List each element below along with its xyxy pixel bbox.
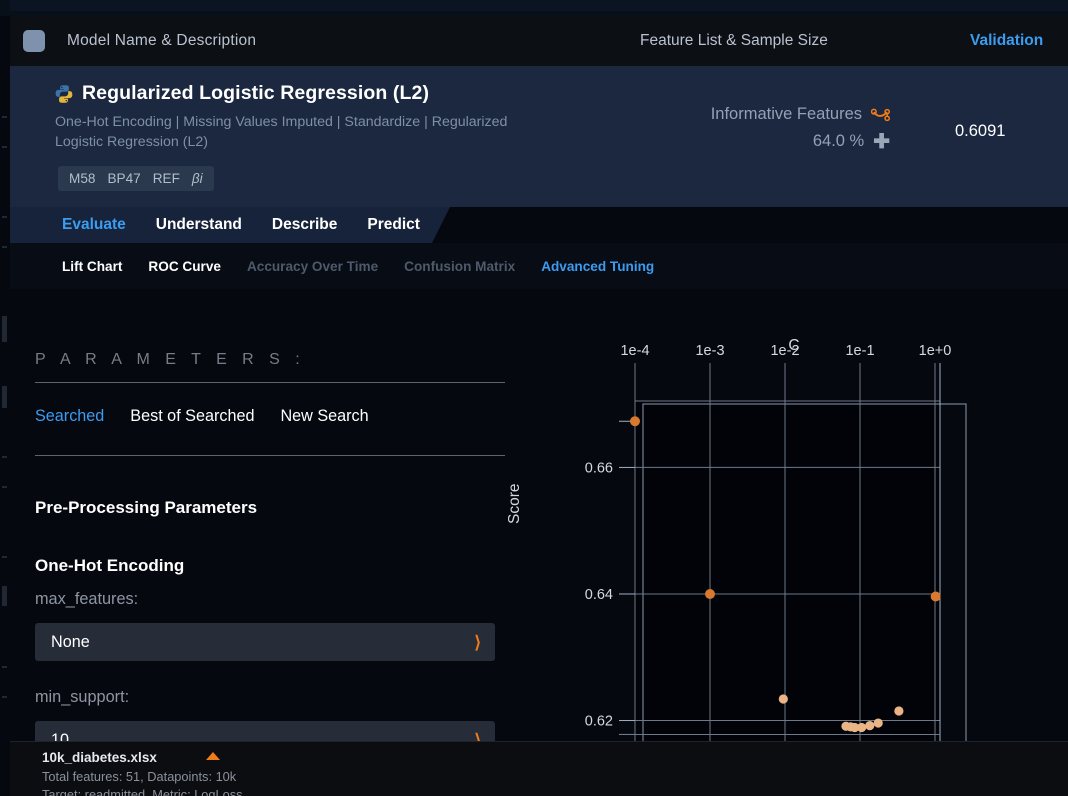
- label-max-features: max_features:: [35, 590, 139, 608]
- model-description: One-Hot Encoding | Missing Values Impute…: [55, 114, 508, 150]
- feature-network-icon: [870, 108, 891, 122]
- model-title[interactable]: Regularized Logistic Regression (L2): [82, 82, 429, 105]
- column-header-model-name[interactable]: Model Name & Description: [67, 32, 256, 50]
- param-mode-searched[interactable]: Searched: [35, 407, 104, 426]
- chevron-down-icon: ⟩: [474, 632, 481, 652]
- dataset-status-card[interactable]: 10k_diabetes.xlsx Total features: 51, Da…: [10, 741, 1068, 796]
- param-mode-best-of-searched[interactable]: Best of Searched: [130, 407, 254, 426]
- model-tags: M58 BP47 REF βi: [58, 166, 214, 191]
- chart-y-axis-title: Score: [506, 483, 523, 525]
- data-point[interactable]: [630, 416, 640, 427]
- data-point[interactable]: [778, 694, 788, 704]
- chart-x-axis-title: C: [788, 337, 800, 354]
- select-all-checkbox[interactable]: [23, 30, 45, 52]
- data-point[interactable]: [894, 706, 904, 716]
- y-tick-label-2: 0.62: [585, 714, 613, 730]
- top-strip-inner: [10, 0, 1068, 11]
- sub-tab-lift-chart[interactable]: Lift Chart: [62, 259, 122, 274]
- sub-tab-confusion-matrix: Confusion Matrix: [404, 258, 516, 274]
- validation-score: 0.6091: [955, 122, 1006, 140]
- model-tag-ref: REF: [152, 171, 180, 186]
- informative-features-label: Informative Features: [710, 105, 862, 123]
- primary-tab-understand[interactable]: Understand: [156, 216, 242, 234]
- status-left-gutter: [0, 741, 10, 796]
- left-edge-gutter: [0, 16, 10, 796]
- select-max-features[interactable]: None ⟩: [35, 623, 495, 661]
- sub-tab-accuracy-over-time: Accuracy Over Time: [246, 258, 379, 274]
- model-tag-m58: M58: [69, 171, 96, 186]
- parameter-mode-tabs: Searched Best of Searched New Search: [35, 407, 369, 426]
- dataset-summary-line1: Total features: 51, Datapoints: 10k: [42, 769, 237, 784]
- data-point[interactable]: [930, 591, 941, 602]
- tuning-scatter-chart: C Score 1e-4 1e-3 1e-2 1e-1 1e+0 0.66 0.64 0.62: [506, 319, 1068, 767]
- main-content: P A R A M E T E R S : Searched Best of Se…: [10, 289, 1068, 767]
- select-max-features-value: None: [51, 632, 90, 651]
- column-header-feature-list[interactable]: Feature List & Sample Size: [640, 32, 828, 50]
- data-point[interactable]: [705, 588, 715, 599]
- data-point[interactable]: [865, 720, 875, 731]
- group-one-hot-encoding: One-Hot Encoding: [35, 556, 185, 575]
- data-point[interactable]: [856, 722, 867, 733]
- model-tag-bp47: BP47: [107, 171, 141, 186]
- primary-tab-describe[interactable]: Describe: [272, 216, 337, 234]
- sub-tab-roc-curve[interactable]: ROC Curve: [148, 259, 221, 274]
- divider-bottom: [35, 455, 505, 456]
- primary-tab-predict[interactable]: Predict: [367, 216, 420, 234]
- column-header-validation[interactable]: Validation: [970, 32, 1043, 50]
- table-header-row: Model Name & Description Feature List & …: [10, 16, 1068, 66]
- y-tick-label-0: 0.66: [585, 460, 613, 476]
- informative-features-block: Informative Features 64.0 % ✚: [600, 105, 891, 152]
- caret-up-icon[interactable]: [206, 752, 220, 760]
- python-icon: [54, 84, 74, 104]
- chart-canvas[interactable]: 1e-4 1e-3 1e-2 1e-1 1e+00.660.640.62: [520, 319, 1068, 767]
- informative-features-percent: 64.0 %: [812, 132, 865, 150]
- sub-tab-bar: Lift Chart ROC Curve Accuracy Over Time Con…: [10, 243, 1068, 289]
- sub-tab-advanced-tuning[interactable]: Advanced Tuning: [541, 259, 654, 274]
- advanced-tuning-screen: Model Name & Description Feature List & …: [0, 0, 1068, 796]
- data-point[interactable]: [873, 718, 883, 728]
- label-min-support: min_support:: [35, 688, 130, 706]
- parameters-heading: P A R A M E T E R S :: [35, 351, 306, 368]
- divider-top: [35, 382, 505, 383]
- dataset-filename: 10k_diabetes.xlsx: [42, 750, 157, 765]
- param-mode-new-search[interactable]: New Search: [280, 407, 368, 426]
- dataset-summary-line2: Target: readmitted, Metric: LogLoss: [42, 787, 243, 796]
- plus-icon[interactable]: ✚: [873, 132, 890, 152]
- y-tick-label-1: 0.64: [585, 587, 613, 603]
- section-preprocessing-parameters: Pre-Processing Parameters: [35, 498, 258, 517]
- model-tag-beta: βi: [191, 171, 203, 186]
- primary-tab-evaluate[interactable]: Evaluate: [62, 216, 126, 234]
- top-strip: [0, 0, 1068, 16]
- primary-tab-bar: Evaluate Understand Describe Predict: [10, 207, 1068, 243]
